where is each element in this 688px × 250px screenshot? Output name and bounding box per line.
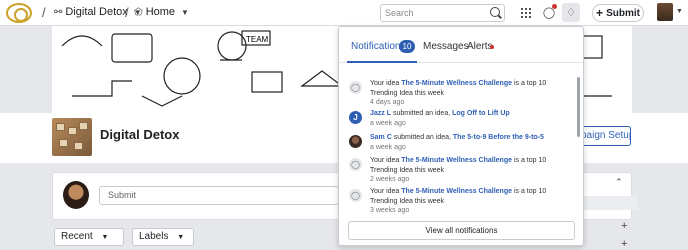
notification-time: a week ago <box>370 144 406 151</box>
caret-down-icon: ▼ <box>177 234 185 241</box>
avatar[interactable] <box>657 3 673 21</box>
labels-label: Labels <box>139 231 169 242</box>
idea-link[interactable]: Log Off to Lift Up <box>452 110 510 117</box>
notification-time: 2 weeks ago <box>370 176 410 183</box>
lightbulb-icon: ◯ <box>349 189 362 202</box>
notifications-tabs: Notifications 10 Messages Alerts <box>339 27 583 63</box>
search-input[interactable]: Search <box>380 4 505 22</box>
notification-text: Jazz L submitted an idea, Log Off to Lif… <box>370 110 510 117</box>
ideas-button[interactable]: ◯ <box>540 3 558 22</box>
home-icon: ⬠ <box>134 6 143 18</box>
idea-link[interactable]: The 5-Minute Wellness Challenge <box>401 80 512 87</box>
group-icon: ⚯ <box>54 6 63 18</box>
team-doodle-text: TEAM <box>246 35 269 44</box>
avatar <box>349 135 362 148</box>
chevron-down-icon[interactable]: ▼ <box>676 8 683 15</box>
home-label: Home <box>145 6 176 18</box>
search-placeholder: Search <box>385 8 414 18</box>
campaign-setup-button[interactable]: paign Setup <box>578 126 631 146</box>
notification-text: Your idea The 5-Minute Wellness Challeng… <box>370 157 547 174</box>
user-link[interactable]: Sam C <box>370 134 392 141</box>
workspace-label: Digital Detox <box>65 6 128 18</box>
plus-icon: + <box>596 6 604 20</box>
list-item[interactable]: ◯ Your idea The 5-Minute Wellness Challe… <box>349 187 569 215</box>
tab-notifications[interactable]: Notifications <box>351 41 405 52</box>
submit-button[interactable]: + Submit <box>592 4 644 22</box>
active-tab-indicator <box>347 61 417 63</box>
labels-dropdown[interactable]: Labels ▼ <box>132 228 194 246</box>
bell-icon: ♢ <box>566 7 576 19</box>
submit-idea-input[interactable]: Submit <box>99 186 339 205</box>
alerts-dot <box>490 45 494 49</box>
page-title: Digital Detox <box>100 127 180 142</box>
chevron-up-icon[interactable]: ⌃ <box>615 177 623 188</box>
submit-label: Submit <box>606 7 640 19</box>
breadcrumb-home[interactable]: ⬠ Home ▼ <box>134 6 189 18</box>
tab-alerts[interactable]: Alerts <box>467 41 493 52</box>
user-link[interactable]: Jazz L <box>370 110 391 117</box>
list-item[interactable]: ◯ Your idea The 5-Minute Wellness Challe… <box>349 79 569 107</box>
logo[interactable] <box>6 3 32 23</box>
notification-time: 4 days ago <box>370 99 405 106</box>
caret-down-icon: ▼ <box>101 234 109 241</box>
notification-text: Your idea The 5-Minute Wellness Challeng… <box>370 80 547 97</box>
sidebar-row <box>578 196 638 210</box>
avatar <box>63 181 89 209</box>
chevron-down-icon: ▼ <box>181 7 189 17</box>
breadcrumb-separator: / <box>125 5 129 20</box>
plus-icon[interactable]: + <box>621 220 627 232</box>
lightbulb-icon: ◯ <box>349 81 362 94</box>
ideas-badge <box>552 4 557 9</box>
scrollbar[interactable] <box>577 77 580 137</box>
notifications-panel: Notifications 10 Messages Alerts ◯ Your … <box>338 26 584 246</box>
idea-link[interactable]: The 5-to-9 Before the 9-to-5 <box>453 134 544 141</box>
notification-time: a week ago <box>370 120 406 127</box>
notification-text: Sam C submitted an idea, The 5-to-9 Befo… <box>370 134 544 141</box>
list-item[interactable]: ◯ Your idea The 5-Minute Wellness Challe… <box>349 156 569 184</box>
plus-icon[interactable]: + <box>621 238 627 250</box>
sort-label: Recent <box>61 231 93 242</box>
top-bar: / ⚯ Digital Detox ▼ / ⬠ Home ▼ Search ◯ … <box>0 0 688 26</box>
view-all-notifications-button[interactable]: View all notifications <box>348 221 575 240</box>
notification-text: Your idea The 5-Minute Wellness Challeng… <box>370 188 547 205</box>
notification-list: ◯ Your idea The 5-Minute Wellness Challe… <box>339 71 575 219</box>
sort-dropdown[interactable]: Recent ▼ ↓ <box>54 228 124 250</box>
idea-link[interactable]: The 5-Minute Wellness Challenge <box>401 157 512 164</box>
breadcrumb-separator: / <box>42 5 46 20</box>
campaign-thumbnail <box>52 118 92 156</box>
notifications-count-badge: 10 <box>399 40 415 53</box>
notifications-button[interactable]: ♢ <box>562 3 580 22</box>
notification-time: 3 weeks ago <box>370 207 410 214</box>
lightbulb-icon: ◯ <box>349 158 362 171</box>
apps-grid-icon[interactable] <box>520 7 531 18</box>
idea-link[interactable]: The 5-Minute Wellness Challenge <box>401 188 512 195</box>
search-icon[interactable] <box>490 7 500 17</box>
user-avatar: J <box>349 111 362 124</box>
tab-messages[interactable]: Messages <box>423 41 469 52</box>
